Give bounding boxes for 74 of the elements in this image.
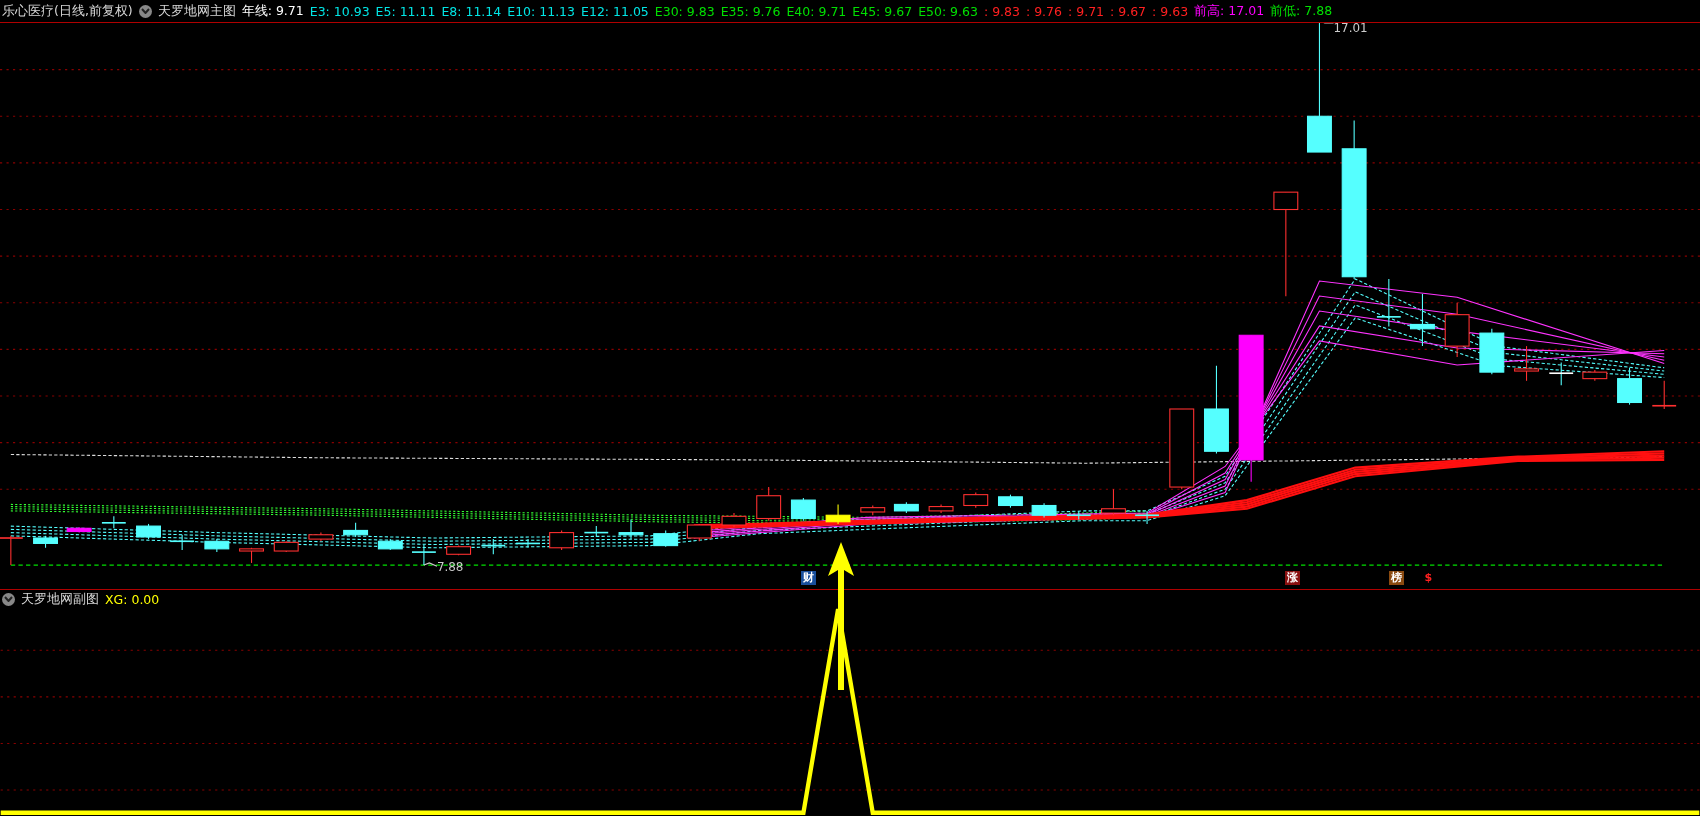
candlestick [1134,510,1160,525]
candlestick [239,547,264,564]
candlestick [0,535,24,566]
candlestick [860,504,886,516]
indicator-value: E5: 11.11 [375,3,436,19]
candlestick [377,538,403,551]
candlestick [1582,369,1608,382]
candlestick [790,497,816,522]
leader-line [423,562,438,567]
candlestick [204,538,230,553]
indicator-value: E10: 11.13 [507,3,576,19]
candlestick [308,532,334,542]
indicator-value: : 9.63 [1152,3,1189,19]
candlestick [721,512,747,528]
indicator-value: 前高: 17.01 [1194,2,1265,20]
stock-title: 乐心医疗(日线,前复权) [2,2,133,20]
indicator-value: : 9.71 [1068,3,1105,19]
candlestick [549,529,575,551]
indicator-value: E45: 9.67 [852,3,913,19]
indicator-value: : 9.67 [1110,3,1147,19]
candlestick [1617,367,1642,406]
candlestick [446,545,472,556]
indicator-value: E3: 10.93 [309,3,370,19]
candlestick [1101,488,1126,516]
candlestick [618,519,644,540]
collapse-icon[interactable] [2,592,15,606]
indicator-value: : 9.76 [1026,3,1062,19]
candlestick [893,501,919,514]
candlestick [963,491,989,509]
indicator-value: E12: 11.05 [581,3,649,19]
candlestick [1548,361,1574,386]
indicator-value: : 9.83 [983,3,1020,19]
indicator-value: E30: 9.83 [654,3,715,19]
candlestick [756,486,782,522]
candlestick [1651,380,1677,410]
candlestick [998,494,1023,509]
candlestick [136,523,161,540]
indicator-value: E8: 11.14 [441,3,502,19]
candlestick [928,503,954,514]
candlestick [101,515,127,529]
candlestick [66,526,92,534]
candlestick [1479,328,1505,375]
candlestick [480,538,507,555]
candlestick [33,535,58,549]
indicator-value: E35: 9.76 [720,3,781,19]
candlestick [1514,345,1539,382]
candlestick [583,525,610,538]
candlestick [653,529,679,548]
indicator-value: 前低: 7.88 [1270,2,1333,20]
candlestick [1066,510,1092,521]
high-price-label: 17.01 [1333,23,1368,35]
signal-badge: $ [1422,571,1435,585]
indicator-name: 天罗地网副图 [21,590,99,608]
collapse-icon[interactable] [138,4,152,18]
signal-badge: 涨 [1284,571,1300,585]
candlestick [515,538,541,549]
candlestick [169,534,195,551]
candlestick [411,544,437,566]
indicator-value: XG: 0.00 [105,591,160,607]
signal-badge: 榜 [1388,571,1404,585]
candlestick [1444,302,1470,358]
candlestick [686,523,712,542]
candlestick [825,503,851,525]
indicator-value: E40: 9.71 [786,3,847,19]
candlestick [273,540,299,553]
low-price-label: 7.88 [436,559,464,574]
indicator-value: E50: 9.63 [918,3,978,19]
candlestick [1031,502,1057,518]
indicator-value: 年线: 9.71 [241,2,304,20]
candlestick [1410,293,1435,347]
candlestick [343,522,369,538]
candlestick [1376,278,1402,328]
indicator-name: 天罗地网主图 [157,2,236,20]
signal-badge: 财 [801,571,817,585]
